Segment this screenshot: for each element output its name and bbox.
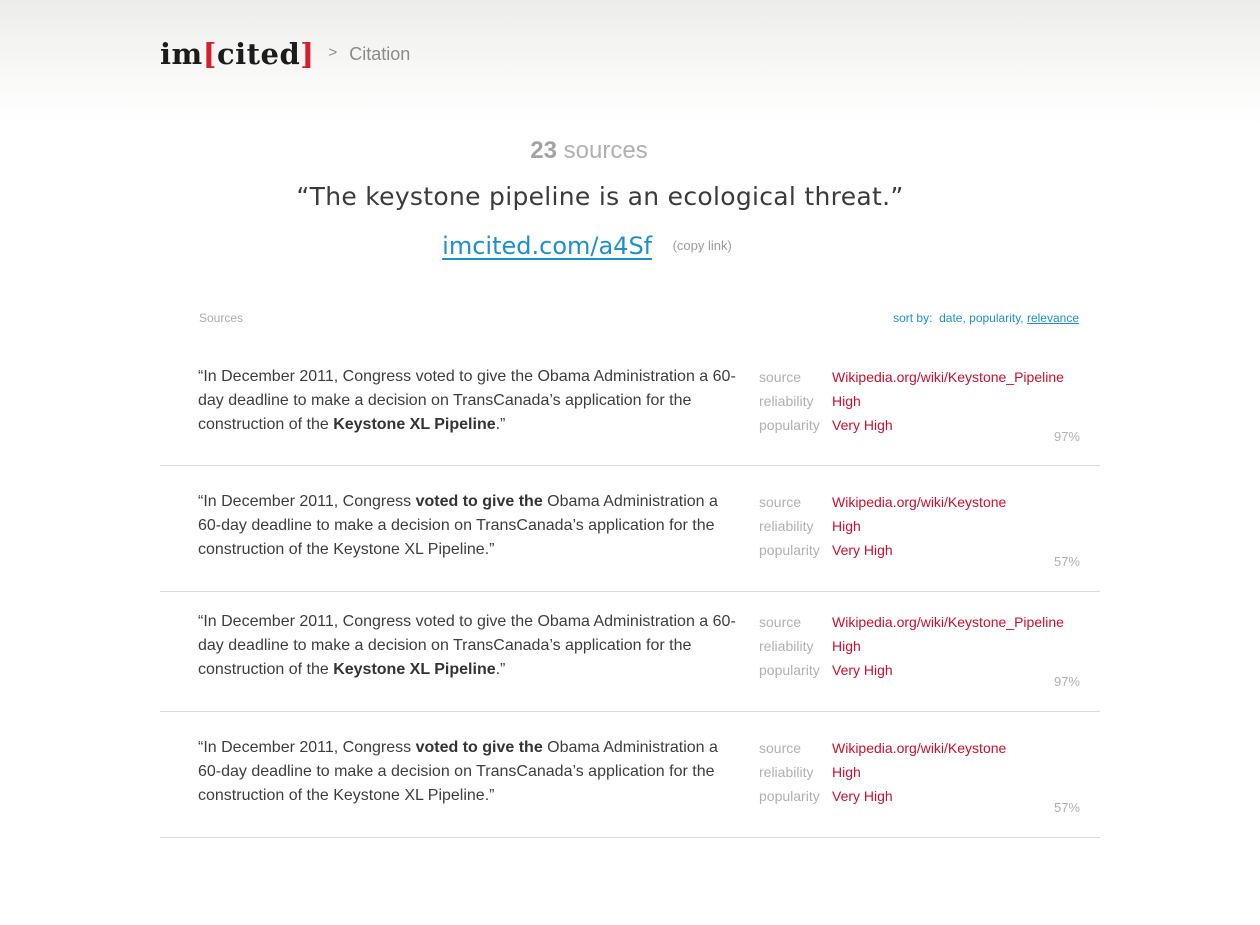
reliability-value: High: [832, 764, 861, 780]
source-quote: “In December 2011, Congress voted to giv…: [198, 490, 738, 562]
popularity-label: popularity: [759, 542, 820, 558]
source-link[interactable]: Wikipedia.org/wiki/Keystone_Pipeline: [832, 369, 1064, 385]
source-label: source: [759, 494, 802, 510]
source-count: 23 sources: [0, 137, 1178, 165]
popularity-label: popularity: [759, 662, 820, 678]
source-quote: “In December 2011, Congress voted to giv…: [198, 365, 738, 437]
source-row[interactable]: “In December 2011, Congress voted to giv…: [160, 712, 1100, 838]
source-label: source: [759, 369, 802, 385]
reliability-value: High: [832, 393, 861, 409]
source-meta: source Wikipedia.org/wiki/Keystone_Pipeli…: [759, 610, 1064, 682]
relevance-percent: 97%: [1053, 429, 1080, 444]
sources-list-title: Sources: [199, 311, 244, 325]
share-link-line: imcited.com/a4Sf (copy link): [0, 232, 1260, 260]
reliability-label: reliability: [759, 764, 814, 780]
reliability-value: High: [832, 638, 861, 654]
imcited-logo[interactable]: im[cited]: [160, 37, 314, 71]
reliability-label: reliability: [759, 393, 814, 409]
popularity-value: Very High: [832, 417, 893, 433]
source-row[interactable]: “In December 2011, Congress voted to giv…: [160, 592, 1100, 712]
source-link[interactable]: Wikipedia.org/wiki/Keystone: [832, 494, 1006, 510]
quote-highlight: Keystone XL Pipeline: [333, 416, 496, 433]
source-link[interactable]: Wikipedia.org/wiki/Keystone: [832, 740, 1006, 756]
sort-option-relevance[interactable]: relevance: [1027, 311, 1079, 325]
logo-text-im: im: [160, 37, 203, 71]
quote-highlight: voted to give the: [415, 739, 543, 756]
reliability-label: reliability: [759, 638, 814, 654]
logo-bracket-open: [: [202, 37, 217, 71]
sort-option-popularity[interactable]: popularity: [969, 311, 1020, 325]
source-row[interactable]: “In December 2011, Congress voted to giv…: [160, 466, 1100, 592]
quote-text: “In December 2011, Congress: [198, 739, 416, 756]
quote-highlight: Keystone XL Pipeline: [333, 661, 496, 678]
source-quote: “In December 2011, Congress voted to giv…: [198, 610, 738, 682]
short-link[interactable]: imcited.com/a4Sf: [442, 232, 652, 260]
source-meta: source Wikipedia.org/wiki/Keystone reliab…: [759, 736, 1006, 808]
source-label: source: [759, 740, 802, 756]
relevance-percent: 57%: [1053, 554, 1080, 569]
quote-text-end: .”: [495, 661, 506, 678]
sort-label: sort by:: [893, 311, 933, 325]
quote-text-end: .”: [495, 416, 506, 433]
reliability-label: reliability: [759, 518, 814, 534]
source-link[interactable]: Wikipedia.org/wiki/Keystone_Pipeline: [832, 614, 1064, 630]
app-header: im[cited] > Citation: [160, 34, 410, 74]
source-meta: source Wikipedia.org/wiki/Keystone_Pipeli…: [759, 365, 1064, 437]
sort-controls: sort by: date, popularity, relevance: [893, 311, 1079, 325]
popularity-label: popularity: [759, 788, 820, 804]
source-quote: “In December 2011, Congress voted to giv…: [198, 736, 738, 808]
source-row[interactable]: “In December 2011, Congress voted to giv…: [160, 345, 1100, 466]
sources-list-header: Sources sort by: date, popularity, relev…: [199, 311, 1079, 327]
source-count-label: sources: [563, 137, 648, 164]
popularity-value: Very High: [832, 662, 893, 678]
quote-text: “In December 2011, Congress: [198, 493, 416, 510]
breadcrumb-separator-icon: >: [328, 43, 338, 61]
source-meta: source Wikipedia.org/wiki/Keystone reliab…: [759, 490, 1006, 562]
logo-text-cited: cited: [216, 37, 301, 71]
sort-option-date[interactable]: date: [939, 311, 962, 325]
citation-quote: “The keystone pipeline is an ecological …: [296, 182, 904, 211]
popularity-value: Very High: [832, 788, 893, 804]
relevance-percent: 97%: [1053, 674, 1080, 689]
popularity-value: Very High: [832, 542, 893, 558]
breadcrumb-current-page: Citation: [349, 43, 411, 64]
reliability-value: High: [832, 518, 861, 534]
source-label: source: [759, 614, 802, 630]
quote-highlight: voted to give the: [415, 493, 543, 510]
logo-bracket-close: ]: [300, 37, 315, 71]
relevance-percent: 57%: [1053, 800, 1080, 815]
popularity-label: popularity: [759, 417, 820, 433]
source-count-number: 23: [530, 137, 557, 164]
copy-link-button[interactable]: (copy link): [673, 238, 732, 253]
